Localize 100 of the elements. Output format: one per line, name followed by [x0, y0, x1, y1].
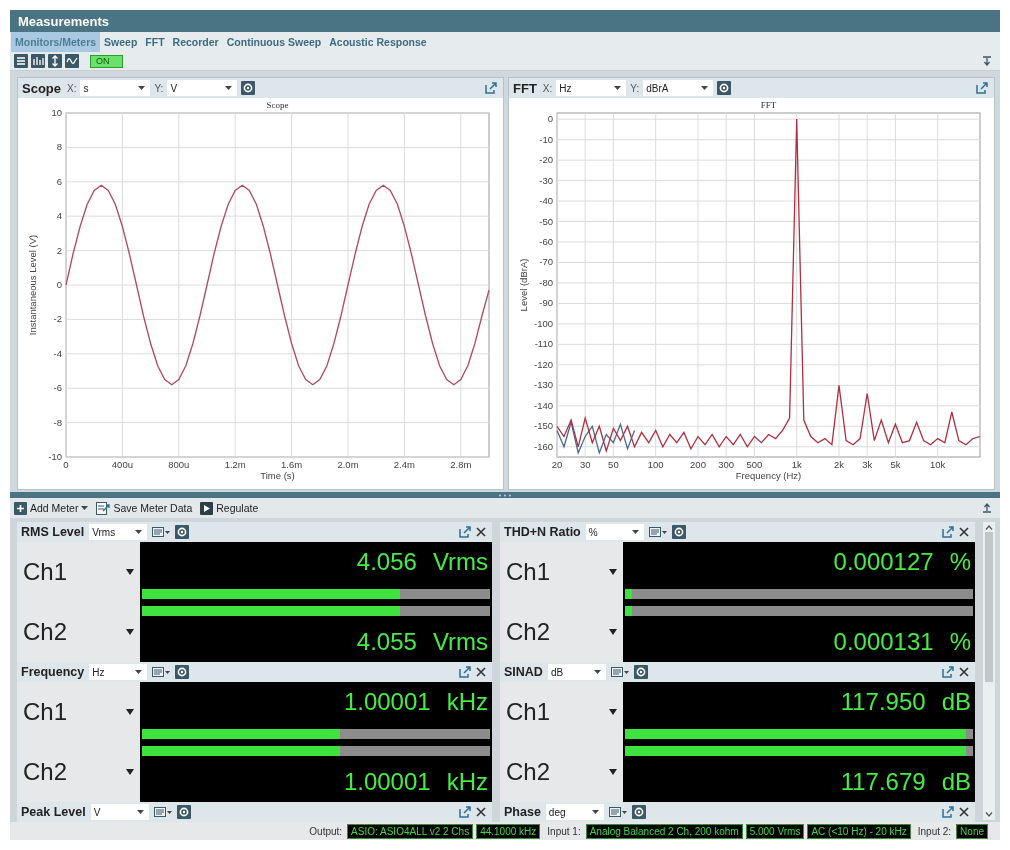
- settings-icon[interactable]: [717, 81, 732, 95]
- pin-icon[interactable]: [982, 503, 992, 513]
- tick-label: 2.4m: [393, 459, 415, 470]
- tick-label: -8: [53, 416, 62, 428]
- tick-label: -50: [539, 215, 553, 227]
- unit-dropdown[interactable]: %: [585, 524, 644, 540]
- tick-label: -130: [534, 379, 553, 391]
- meter-reading: 117.950: [840, 688, 926, 716]
- meter-title: Peak Level: [21, 805, 86, 819]
- list-box-icon[interactable]: [608, 807, 627, 817]
- toolbar-button[interactable]: Regulate: [200, 501, 259, 515]
- toolbar-button[interactable]: Add Meter: [14, 501, 89, 515]
- unit-dropdown[interactable]: dBrA: [643, 80, 714, 96]
- caret-icon: [701, 86, 709, 90]
- pop-out-icon[interactable]: [942, 806, 954, 818]
- tick-label: -110: [534, 338, 553, 350]
- pop-out-icon[interactable]: [459, 806, 471, 818]
- tick-label: -20: [539, 154, 553, 166]
- settings-icon[interactable]: [633, 665, 648, 679]
- tick-label: 10: [51, 107, 62, 118]
- settings-icon[interactable]: [175, 665, 190, 679]
- meter-unit: dB: [941, 768, 971, 796]
- close-icon[interactable]: [959, 667, 969, 677]
- chart-icon[interactable]: [31, 54, 45, 68]
- tick-label: 2k: [834, 459, 844, 470]
- list-box-icon[interactable]: [610, 667, 629, 677]
- axis-label: X:: [542, 82, 553, 94]
- pop-out-icon[interactable]: [485, 82, 497, 94]
- settings-icon[interactable]: [175, 525, 190, 539]
- tick-label: 50: [608, 459, 619, 470]
- settings-icon[interactable]: [241, 81, 256, 95]
- panel-title: FFT: [513, 80, 537, 96]
- tick-label: 8: [56, 141, 62, 153]
- arrows-icon[interactable]: [48, 54, 62, 68]
- settings-icon[interactable]: [176, 805, 191, 819]
- list-box-icon[interactable]: [152, 667, 171, 677]
- caret-icon: [135, 670, 143, 674]
- channel-selector[interactable]: Ch2: [17, 602, 140, 662]
- list-box-icon[interactable]: [152, 527, 171, 537]
- meter-title: RMS Level: [21, 525, 85, 539]
- tick-label: -10: [48, 451, 62, 462]
- channel-selector[interactable]: Ch2: [17, 742, 140, 802]
- tick-label: 1.2m: [224, 459, 246, 470]
- toolbar-button[interactable]: Save Meter Data: [96, 501, 193, 515]
- meter-title: Phase: [504, 805, 541, 819]
- settings-icon[interactable]: [671, 525, 686, 539]
- tab[interactable]: FFT: [141, 32, 169, 52]
- channel-selector[interactable]: Ch2: [500, 602, 623, 662]
- tick-label: -6: [53, 382, 62, 394]
- channel-selector[interactable]: Ch1: [17, 682, 140, 742]
- channel-selector[interactable]: Ch2: [500, 742, 623, 802]
- channel-selector[interactable]: Ch1: [500, 542, 623, 602]
- tick-label: -10: [539, 133, 553, 145]
- meter-title: Frequency: [21, 665, 85, 679]
- tab[interactable]: Acoustic Response: [325, 32, 431, 52]
- pop-out-icon[interactable]: [942, 526, 954, 538]
- settings-icon[interactable]: [631, 805, 646, 819]
- tick-label: -30: [539, 174, 553, 186]
- list-box-icon[interactable]: [648, 527, 667, 537]
- scrollbar-thumb[interactable]: [985, 532, 993, 682]
- unit-dropdown[interactable]: Vrms: [89, 524, 148, 540]
- tab[interactable]: Recorder: [168, 32, 223, 52]
- pop-out-icon[interactable]: [459, 526, 471, 538]
- close-icon[interactable]: [959, 527, 969, 537]
- channel-selector[interactable]: Ch1: [500, 682, 623, 742]
- unit-dropdown[interactable]: Hz: [89, 664, 148, 680]
- tick-label: 0: [547, 113, 553, 125]
- axis-title: Frequency (Hz): [735, 470, 802, 481]
- caret-icon: [609, 769, 617, 775]
- scrollbar[interactable]: [983, 522, 995, 820]
- tab[interactable]: Sweep: [100, 32, 142, 52]
- pop-out-icon[interactable]: [976, 82, 988, 94]
- close-icon[interactable]: [959, 807, 969, 817]
- pop-out-icon[interactable]: [459, 666, 471, 678]
- chart-title: Scope: [266, 100, 289, 110]
- close-icon[interactable]: [476, 667, 486, 677]
- tick-label: 2: [56, 244, 62, 256]
- caret-icon: [609, 629, 617, 635]
- on-toggle[interactable]: ON: [90, 54, 123, 68]
- list-box-icon[interactable]: [153, 807, 172, 817]
- unit-dropdown[interactable]: Hz: [556, 80, 627, 96]
- unit-dropdown[interactable]: V: [90, 804, 149, 820]
- pin-icon[interactable]: [982, 56, 992, 66]
- tick-label: 800u: [168, 459, 190, 470]
- unit-dropdown[interactable]: V: [167, 80, 238, 96]
- tab[interactable]: Continuous Sweep: [222, 32, 326, 52]
- splitter-handle-icon[interactable]: [498, 493, 512, 497]
- axis-title: Time (s): [260, 470, 295, 481]
- close-icon[interactable]: [476, 807, 486, 817]
- pop-out-icon[interactable]: [942, 666, 954, 678]
- status-label: Input 2:: [917, 825, 952, 837]
- channel-selector[interactable]: Ch1: [17, 542, 140, 602]
- tick-label: 400u: [111, 459, 133, 470]
- unit-dropdown[interactable]: dB: [547, 664, 606, 680]
- unit-dropdown[interactable]: deg: [545, 804, 604, 820]
- unit-dropdown[interactable]: s: [80, 80, 151, 96]
- chart-title: FFT: [760, 100, 777, 110]
- close-icon[interactable]: [476, 527, 486, 537]
- wave-icon[interactable]: [65, 54, 79, 68]
- list-icon[interactable]: [14, 54, 28, 68]
